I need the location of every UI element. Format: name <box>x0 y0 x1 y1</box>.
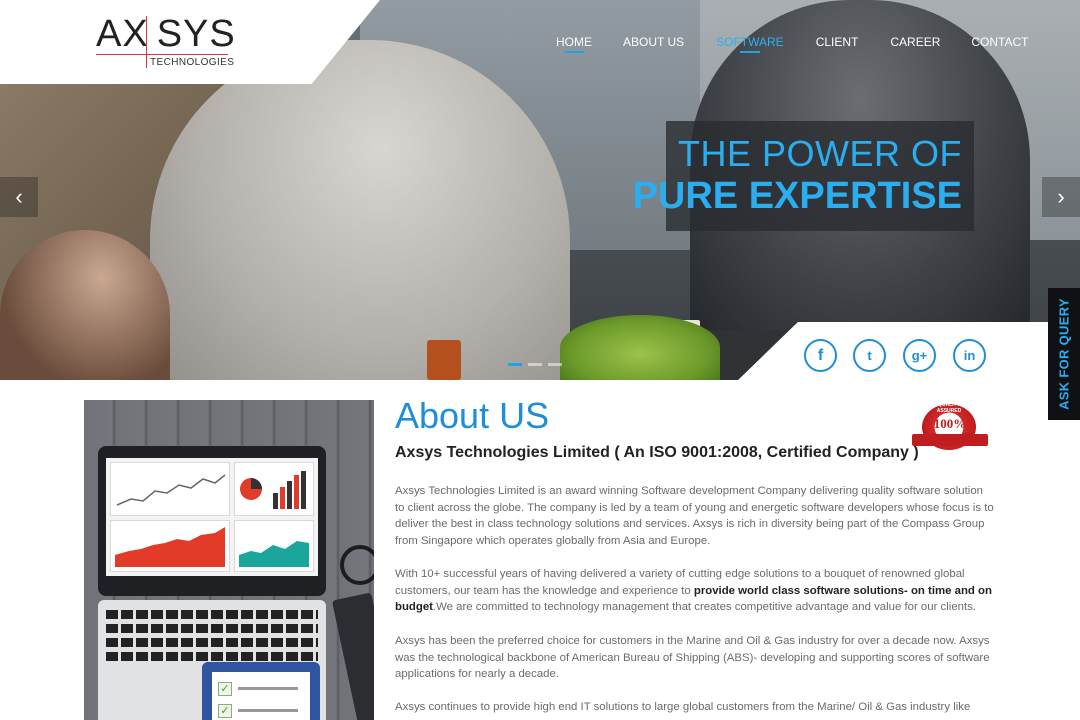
clipboard: ✓ ✓ <box>202 662 320 720</box>
line-chart-panel <box>110 462 230 516</box>
check-icon: ✓ <box>218 704 232 718</box>
nav-software-underline <box>739 51 760 53</box>
key-row <box>106 638 318 647</box>
chevron-left-icon: ‹ <box>15 184 23 209</box>
slider-dot-1[interactable] <box>508 363 522 366</box>
glasses <box>340 545 374 585</box>
line-chart-graphic <box>116 474 226 506</box>
logo-subtitle: TECHNOLOGIES <box>150 57 235 68</box>
pie-bar-panel <box>234 462 314 516</box>
slider-dots <box>508 363 562 366</box>
about-paragraph-4: Axsys continues to provide high end IT s… <box>395 701 971 713</box>
check-icon: ✓ <box>218 682 232 696</box>
about-p2-text-end: .We are committed to technology manageme… <box>432 601 977 614</box>
hero-caption: THE POWER OF PURE EXPERTISE <box>633 121 974 231</box>
twitter-icon[interactable]: t <box>853 339 886 372</box>
nav-home[interactable]: HOME <box>556 35 592 55</box>
mug <box>427 340 461 380</box>
teal-area-graphic <box>239 541 309 567</box>
facebook-icon[interactable]: f <box>804 339 837 372</box>
logo-underline <box>96 54 228 55</box>
about-paragraph-2: With 10+ successful years of having deli… <box>395 566 995 616</box>
checklist-line <box>238 709 298 712</box>
main-nav: HOME ABOUT US SOFTWARE CLIENT CAREER CON… <box>556 35 1029 55</box>
slider-dot-3[interactable] <box>548 363 562 366</box>
slider-dot-2[interactable] <box>528 363 542 366</box>
hero-caption-line2: PURE EXPERTISE <box>632 175 962 217</box>
nav-home-label: HOME <box>556 35 592 49</box>
about-title: About US <box>395 395 550 436</box>
ask-for-query-tab[interactable]: ASK FOR QUERY <box>1048 288 1080 420</box>
ask-for-query-label: ASK FOR QUERY <box>1056 298 1072 410</box>
badge-number: 100% <box>933 416 967 431</box>
slider-prev-button[interactable]: ‹ <box>0 177 38 217</box>
laptop-screen <box>98 446 326 596</box>
area-chart-panel <box>110 520 230 572</box>
about-illustration: ✓ ✓ <box>84 400 374 720</box>
logo-wordmark: AX SYS <box>96 13 236 55</box>
area-chart-graphic <box>115 527 225 567</box>
page: THE POWER OF PURE EXPERTISE ‹ › AX SYS TE… <box>0 0 1080 720</box>
clipboard-paper: ✓ ✓ <box>212 672 310 720</box>
key-row <box>106 652 318 661</box>
nav-about-us-label: ABOUT US <box>623 35 685 49</box>
nav-client-label: CLIENT <box>815 35 859 49</box>
badge-ribbon <box>912 434 988 446</box>
logo-divider <box>146 16 147 68</box>
nav-contact[interactable]: CONTACT <box>971 35 1028 55</box>
badge-top-text: QUALITY ASSURED <box>936 402 962 414</box>
about-subtitle: Axsys Technologies Limited ( An ISO 9001… <box>395 444 919 461</box>
plant <box>560 315 720 380</box>
calculator <box>331 592 374 720</box>
nav-career-label: CAREER <box>890 35 941 49</box>
checklist-line <box>238 687 298 690</box>
nav-active-underline <box>564 51 584 53</box>
nav-career[interactable]: CAREER <box>890 35 940 55</box>
quality-badge: QUALITY ASSURED 100% <box>912 402 988 458</box>
google-plus-icon[interactable]: g+ <box>903 339 936 372</box>
nav-software-label: SOFTWARE <box>716 35 784 49</box>
pie-bar-graphic <box>240 471 306 509</box>
key-row <box>106 624 318 633</box>
nav-software[interactable]: SOFTWARE <box>716 35 784 55</box>
nav-contact-label: CONTACT <box>971 35 1029 49</box>
about-paragraph-1: Axsys Technologies Limited is an award w… <box>395 485 994 547</box>
linkedin-icon[interactable]: in <box>953 339 986 372</box>
hero-caption-line1: THE POWER OF <box>678 133 962 174</box>
slider-next-button[interactable]: › <box>1042 177 1080 217</box>
dashboard-screen <box>106 458 318 576</box>
chevron-right-icon: › <box>1057 184 1065 209</box>
nav-about-us[interactable]: ABOUT US <box>623 35 684 55</box>
logo[interactable]: AX SYS TECHNOLOGIES <box>96 14 236 72</box>
nav-client[interactable]: CLIENT <box>816 35 859 55</box>
about-paragraph-3: Axsys has been the preferred choice for … <box>395 635 990 681</box>
teal-area-panel <box>234 520 314 572</box>
key-row <box>106 610 318 619</box>
